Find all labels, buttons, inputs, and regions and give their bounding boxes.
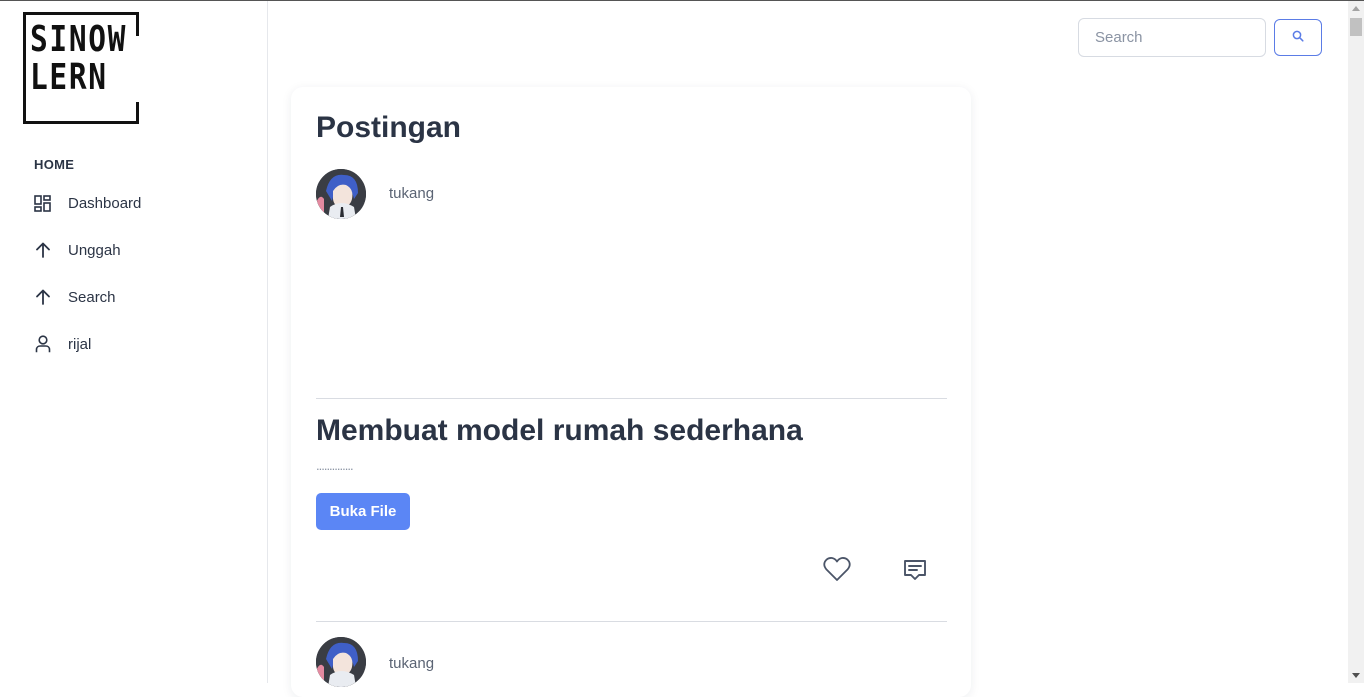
divider [316,398,947,399]
avatar[interactable] [316,169,366,219]
open-file-button[interactable]: Buka File [316,493,410,530]
vertical-scrollbar[interactable] [1348,1,1364,683]
heart-icon [823,556,851,587]
sidebar-item-label: Search [68,288,116,306]
search-button[interactable] [1274,19,1322,56]
sidebar-item-dashboard[interactable]: Dashboard [33,191,141,215]
scroll-down-icon[interactable] [1352,673,1360,678]
sidebar-item-profile[interactable]: rijal [33,332,91,356]
like-button[interactable] [822,556,852,586]
user-icon [33,335,52,354]
sidebar-item-label: Dashboard [68,194,142,212]
feed-card [291,87,971,697]
post-author[interactable]: tukang [389,185,434,202]
avatar[interactable] [316,637,366,687]
search-icon [1292,29,1304,47]
post-title: Membuat model rumah sederhana [316,414,803,447]
sidebar-item-label: Unggah [68,241,121,259]
nav-heading: HOME [34,157,75,172]
comment-icon [903,558,927,587]
post-description: .............. [316,458,354,473]
divider [316,621,947,622]
arrow-up-icon [33,241,52,260]
search-input[interactable] [1078,18,1266,57]
logo-text-line-2: LERN [30,57,108,98]
dashboard-icon [33,194,52,213]
comment-button[interactable] [900,557,930,587]
scroll-up-icon[interactable] [1352,6,1360,11]
logo-text-line-1: SINOW [30,19,129,60]
sidebar: SINOW LERN HOME Dashboard Unggah Search … [0,1,268,683]
post-author[interactable]: tukang [389,655,434,672]
page-title: Postingan [316,111,462,144]
sidebar-item-label: rijal [68,335,92,353]
arrow-up-icon [33,288,52,307]
sidebar-item-unggah[interactable]: Unggah [33,238,121,262]
scroll-thumb[interactable] [1350,18,1362,36]
sidebar-item-search[interactable]: Search [33,285,116,309]
app-window: SINOW LERN HOME Dashboard Unggah Search … [0,0,1364,697]
